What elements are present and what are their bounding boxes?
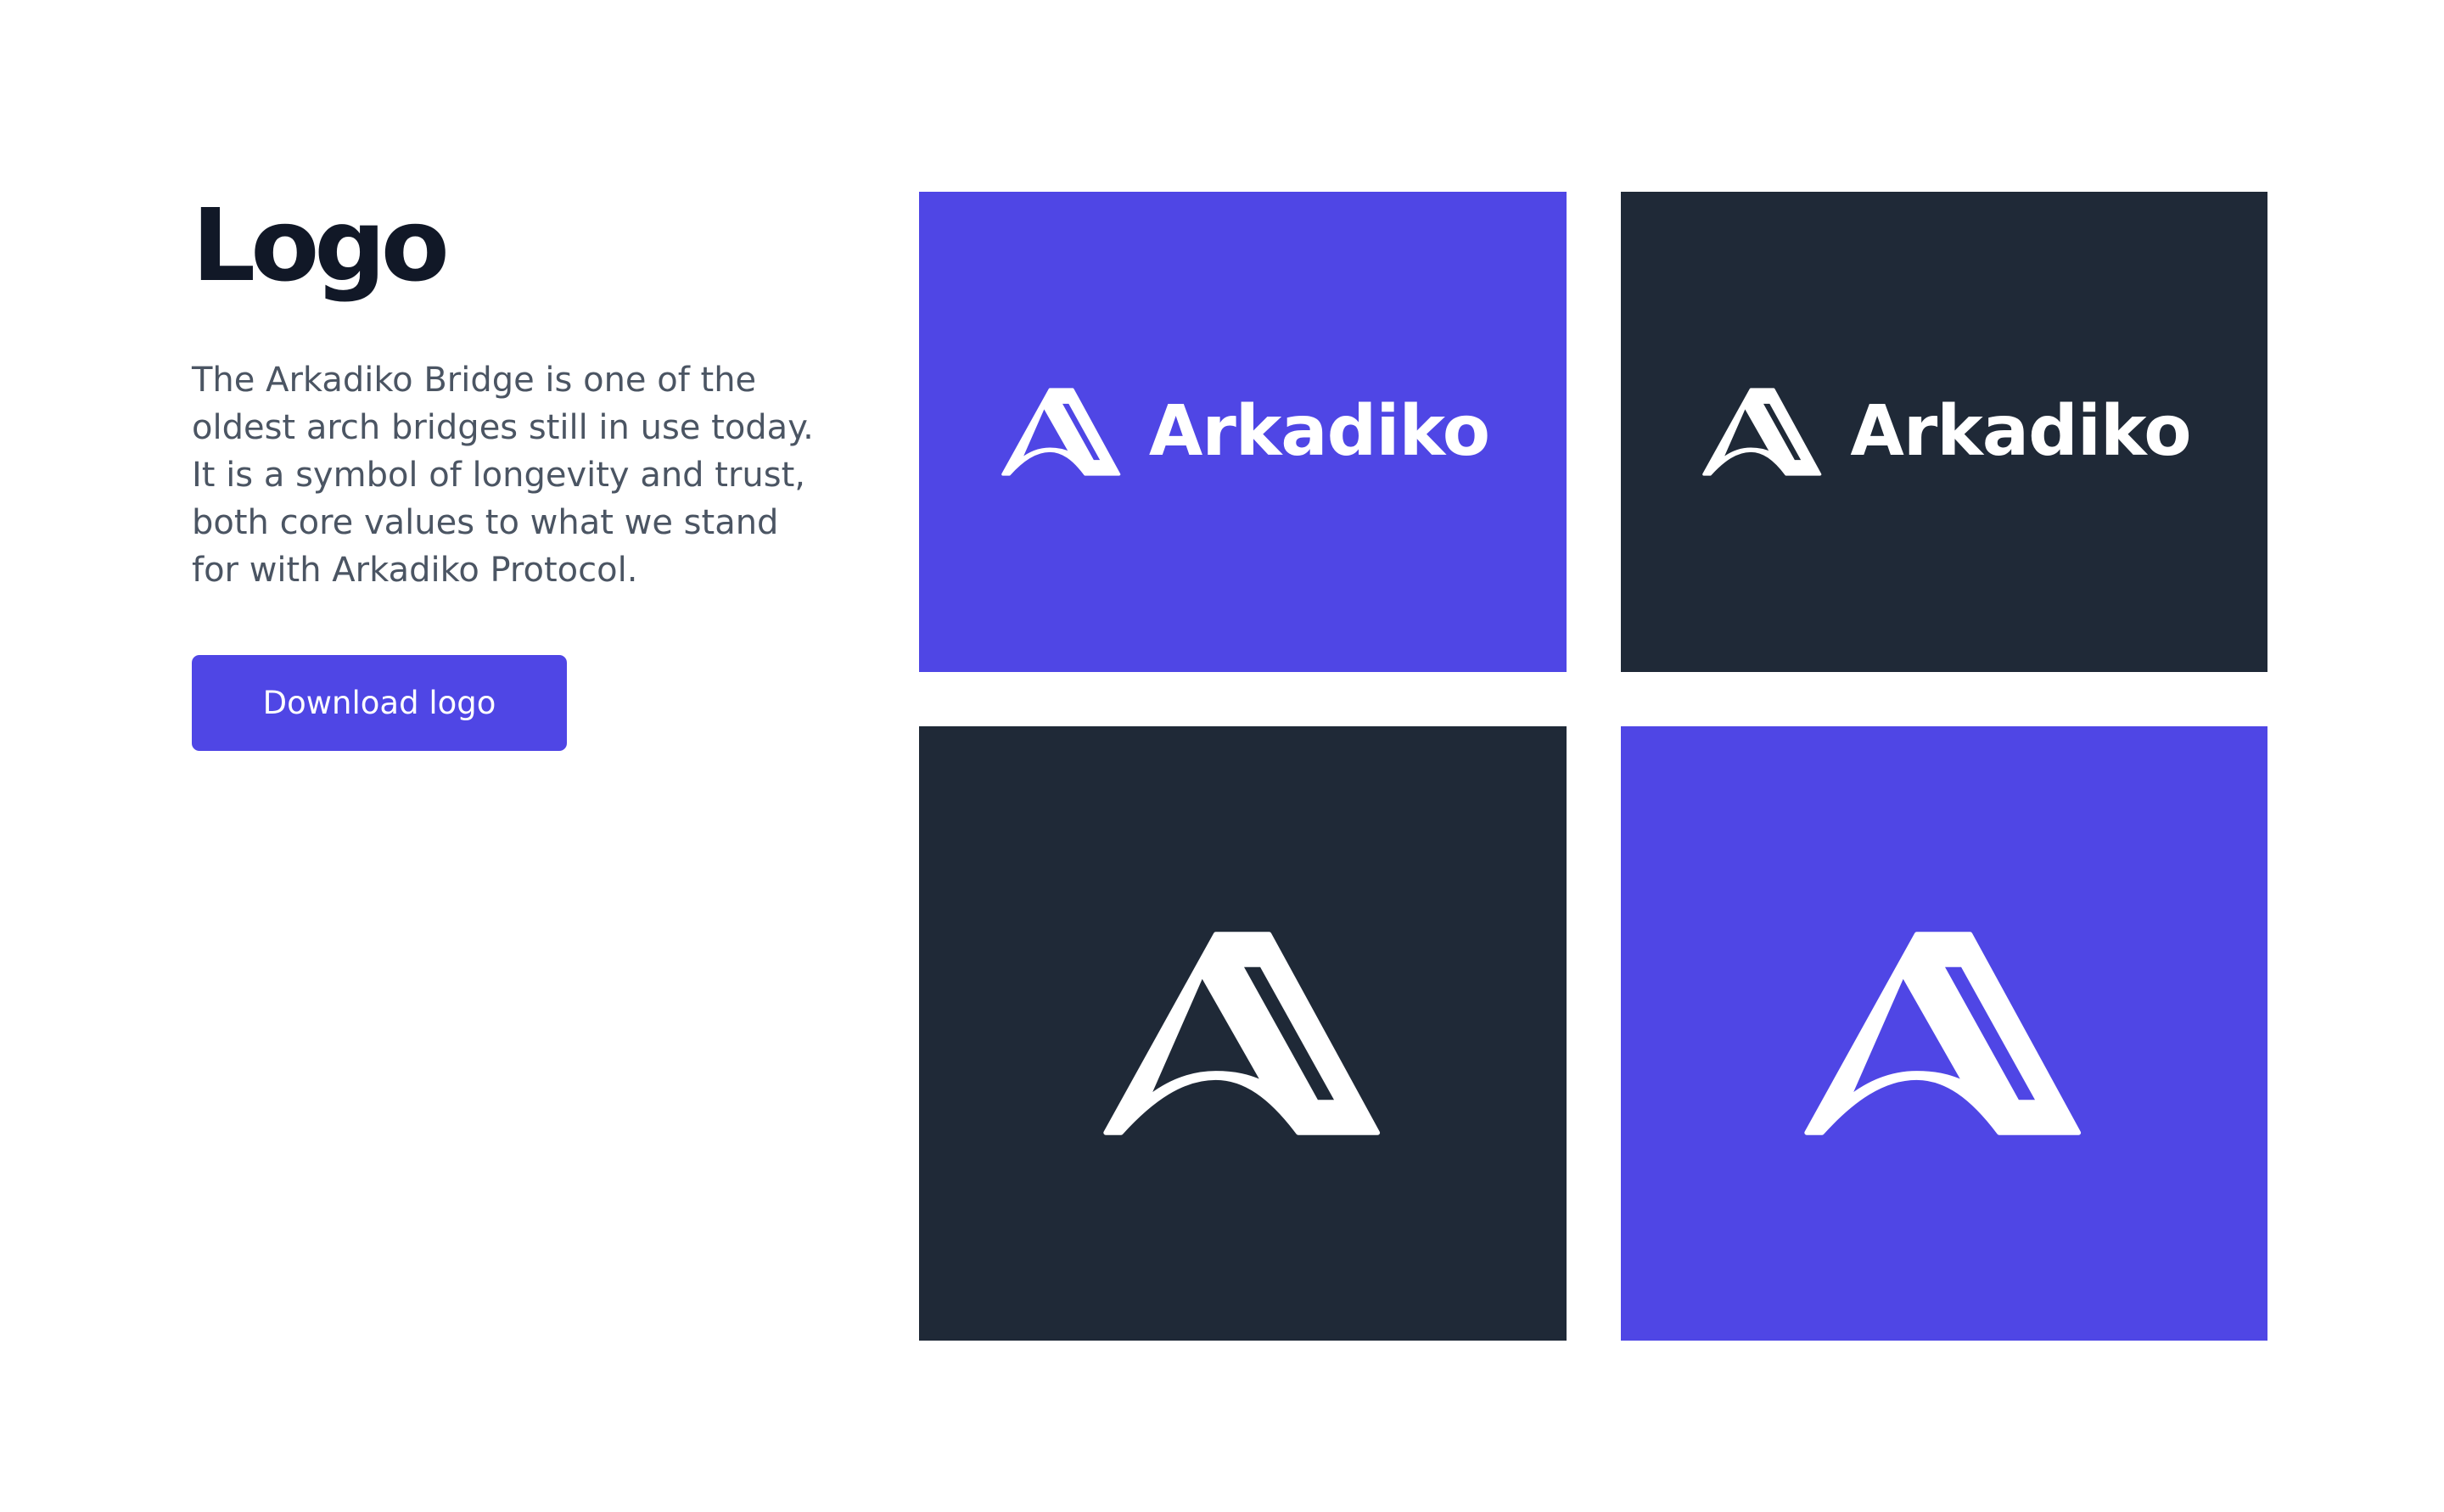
arkadiko-arch-icon xyxy=(1804,932,2082,1135)
logo-tile-mark-dark xyxy=(919,726,1567,1341)
logo-tile-lockup-indigo: Arkadiko xyxy=(919,192,1567,672)
logo-tile-lockup-dark: Arkadiko xyxy=(1621,192,2267,672)
page-title: Logo xyxy=(192,187,450,304)
logo-section: Logo The Arkadiko Bridge is one of the o… xyxy=(0,0,2444,1512)
arkadiko-arch-icon xyxy=(1102,932,1380,1135)
logo-tile-mark-indigo xyxy=(1621,726,2267,1341)
logo-intro: Logo The Arkadiko Bridge is one of the o… xyxy=(192,190,837,751)
arkadiko-arch-icon xyxy=(1702,388,1822,476)
arkadiko-arch-icon xyxy=(1001,388,1121,476)
download-logo-button[interactable]: Download logo xyxy=(192,655,567,751)
wordmark: Arkadiko xyxy=(1850,391,2191,472)
logo-lockup: Arkadiko xyxy=(1697,383,2192,481)
wordmark: Arkadiko xyxy=(1148,391,1490,472)
logo-description: The Arkadiko Bridge is one of the oldest… xyxy=(192,361,814,590)
logo-lockup: Arkadiko xyxy=(996,383,1490,481)
